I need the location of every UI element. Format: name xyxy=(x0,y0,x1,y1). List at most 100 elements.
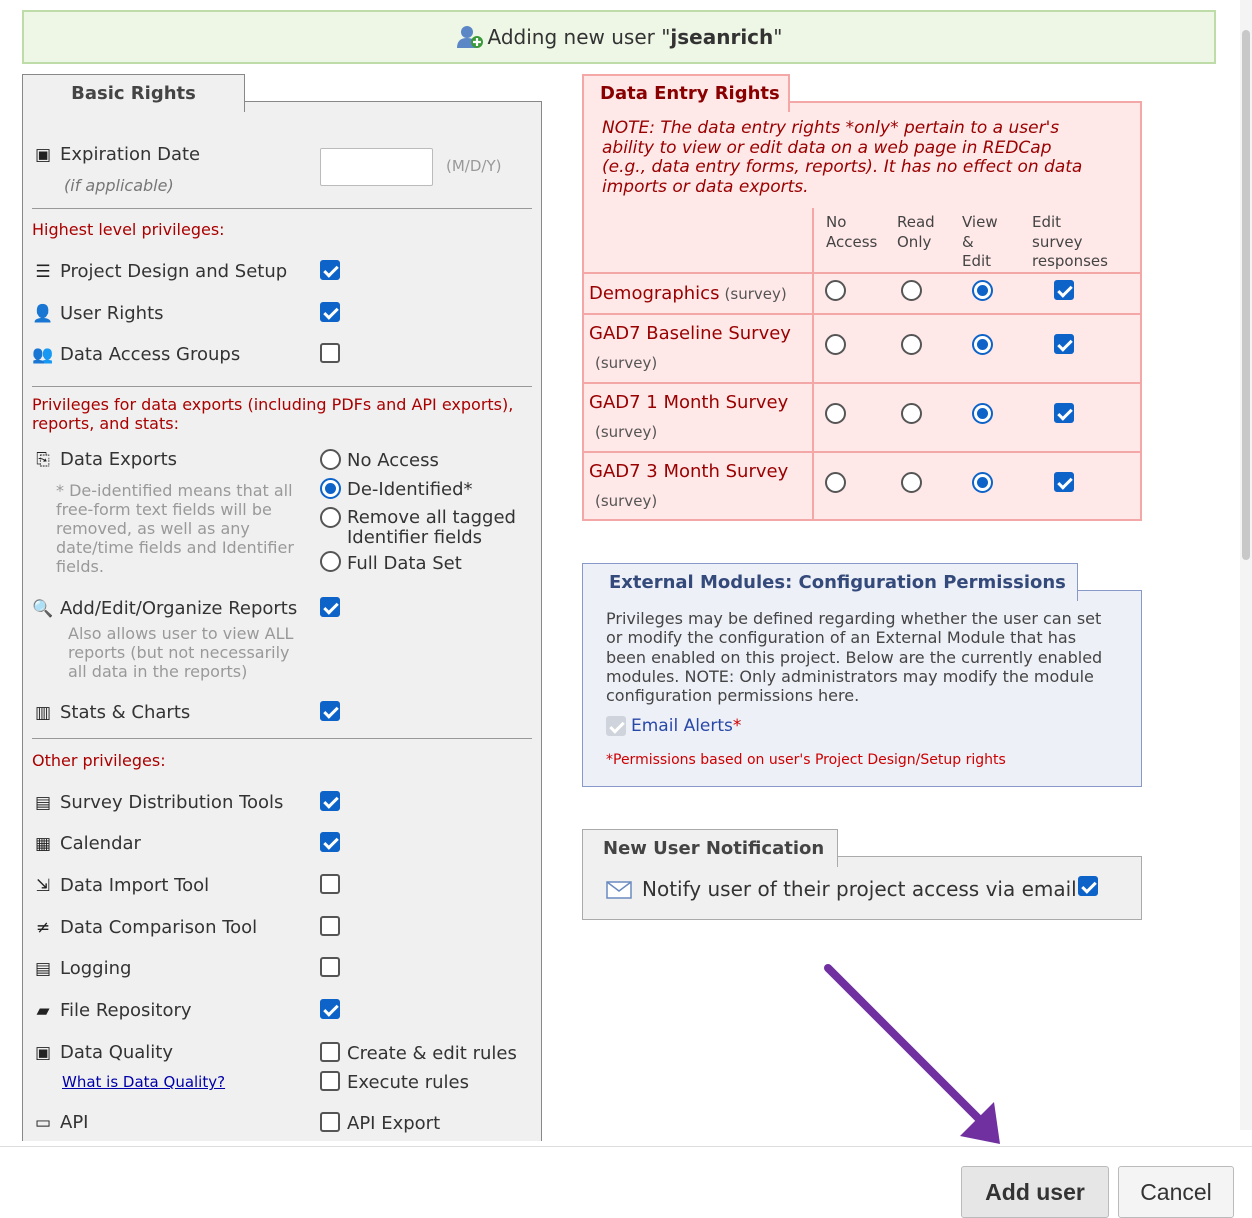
read-only-radio[interactable] xyxy=(901,334,922,355)
add-user-button[interactable]: Add user xyxy=(961,1166,1109,1218)
ext-line: Privileges may be defined regarding whet… xyxy=(606,609,1102,628)
footer-divider xyxy=(0,1146,1252,1147)
view-edit-radio[interactable] xyxy=(972,472,993,493)
file-repo-checkbox[interactable] xyxy=(320,999,340,1019)
banner-suffix: " xyxy=(773,25,783,49)
data-exports-row: ⎘ Data Exports xyxy=(32,449,177,470)
banner-username: jseanrich xyxy=(670,25,774,49)
export-deidentified-radio[interactable] xyxy=(320,478,341,499)
comparison-row: ≠ Data Comparison Tool xyxy=(32,917,257,938)
col-text: responses xyxy=(1032,252,1108,270)
edit-responses-checkbox[interactable] xyxy=(1054,472,1074,492)
export-no-access-radio[interactable] xyxy=(320,449,341,470)
user-rights-row: 👤 User Rights xyxy=(32,303,164,324)
instrument-name: GAD7 1 Month Survey xyxy=(589,392,789,413)
dq-label: Data Quality xyxy=(60,1042,174,1063)
read-only-radio[interactable] xyxy=(901,280,922,301)
col-header-view-edit: View & Edit xyxy=(962,213,998,272)
user-rights-label: User Rights xyxy=(60,303,164,324)
divider xyxy=(32,738,532,739)
dq-create-checkbox[interactable] xyxy=(320,1042,340,1062)
dag-row: 👥 Data Access Groups xyxy=(32,344,240,365)
dag-checkbox[interactable] xyxy=(320,343,340,363)
laptop-code-icon: ▭ xyxy=(34,1113,52,1133)
no-access-radio[interactable] xyxy=(825,472,846,493)
stats-row: ▥ Stats & Charts xyxy=(32,702,190,723)
user-icon: 👤 xyxy=(32,304,54,324)
data-exports-label: Data Exports xyxy=(60,449,177,470)
tab-external-modules: External Modules: Configuration Permissi… xyxy=(582,563,1078,601)
dq-execute-checkbox[interactable] xyxy=(320,1071,340,1091)
reports-label: Add/Edit/Organize Reports xyxy=(60,598,298,619)
row-divider xyxy=(582,382,1142,384)
export-remove-identifiers-radio[interactable] xyxy=(320,507,341,528)
project-design-checkbox[interactable] xyxy=(320,260,340,280)
survey-tag: (survey) xyxy=(595,492,658,510)
edit-responses-checkbox[interactable] xyxy=(1054,280,1074,300)
instrument-row: Demographics (survey) xyxy=(589,283,787,304)
comparison-checkbox[interactable] xyxy=(320,916,340,936)
row-divider xyxy=(582,313,1142,315)
column-divider xyxy=(812,208,814,520)
api-export-checkbox[interactable] xyxy=(320,1112,340,1132)
export-note: * De-identified means that all free-form… xyxy=(56,481,294,576)
notify-checkbox[interactable] xyxy=(1078,876,1098,896)
edit-responses-checkbox[interactable] xyxy=(1054,403,1074,423)
col-text: Access xyxy=(826,232,878,251)
view-edit-radio[interactable] xyxy=(972,403,993,424)
read-only-radio[interactable] xyxy=(901,472,922,493)
note-line: imports or data exports. xyxy=(602,176,809,197)
chalkboard-user-icon: ▤ xyxy=(34,793,52,813)
divider xyxy=(32,386,532,387)
ext-line: or modify the configuration of an Extern… xyxy=(606,628,1077,648)
export-option-label: Full Data Set xyxy=(347,553,462,574)
import-checkbox[interactable] xyxy=(320,874,340,894)
notify-label: Notify user of their project access via … xyxy=(642,877,1088,901)
logging-row: ▤ Logging xyxy=(32,958,131,979)
expiration-date-input[interactable] xyxy=(320,148,433,186)
bar-chart-icon: ▥ xyxy=(34,703,52,723)
dq-help-link[interactable]: What is Data Quality? xyxy=(62,1073,225,1091)
logging-checkbox[interactable] xyxy=(320,957,340,977)
col-text: No xyxy=(826,213,847,231)
clipboard-check-icon: ▣ xyxy=(34,1043,52,1063)
export-option-label: No Access xyxy=(347,450,439,471)
comparison-label: Data Comparison Tool xyxy=(60,917,258,938)
export-option-label: De-Identified* xyxy=(347,479,473,500)
edit-responses-checkbox[interactable] xyxy=(1054,334,1074,354)
col-text: View xyxy=(962,213,998,231)
calendar-checkbox[interactable] xyxy=(320,832,340,852)
read-only-radio[interactable] xyxy=(901,403,922,424)
folder-open-icon: ▰ xyxy=(36,1001,50,1021)
basic-rights-panel xyxy=(22,101,542,1141)
page-banner: Adding new user " jseanrich " xyxy=(22,10,1216,64)
highest-privileges-title: Highest level privileges: xyxy=(32,220,225,239)
cancel-button[interactable]: Cancel xyxy=(1118,1166,1234,1218)
email-alerts-checkbox xyxy=(606,716,626,736)
scrollbar-thumb[interactable] xyxy=(1242,30,1250,560)
row-divider xyxy=(582,451,1142,453)
search-icon: 🔍 xyxy=(32,599,54,619)
view-edit-radio[interactable] xyxy=(972,334,993,355)
survey-tools-label: Survey Distribution Tools xyxy=(60,792,284,813)
reports-checkbox[interactable] xyxy=(320,597,340,617)
api-export-label: API Export xyxy=(347,1113,441,1134)
not-equal-icon: ≠ xyxy=(35,918,51,938)
view-edit-radio[interactable] xyxy=(972,280,993,301)
calendar-row: ▦ Calendar xyxy=(32,833,141,854)
logging-label: Logging xyxy=(60,958,132,979)
col-text: survey xyxy=(1032,232,1083,251)
user-rights-checkbox[interactable] xyxy=(320,302,340,322)
export-full-radio[interactable] xyxy=(320,551,341,572)
reports-note: Also allows user to view ALL reports (bu… xyxy=(68,624,294,681)
receipt-icon: ▤ xyxy=(34,959,52,979)
no-access-radio[interactable] xyxy=(825,403,846,424)
no-access-radio[interactable] xyxy=(825,334,846,355)
dq-create-label: Create & edit rules xyxy=(347,1043,517,1064)
stats-checkbox[interactable] xyxy=(320,701,340,721)
no-access-radio[interactable] xyxy=(825,280,846,301)
survey-tools-checkbox[interactable] xyxy=(320,791,340,811)
row-divider xyxy=(582,272,1142,274)
other-privileges-title: Other privileges: xyxy=(32,751,166,770)
import-row: ⇲ Data Import Tool xyxy=(32,875,209,896)
